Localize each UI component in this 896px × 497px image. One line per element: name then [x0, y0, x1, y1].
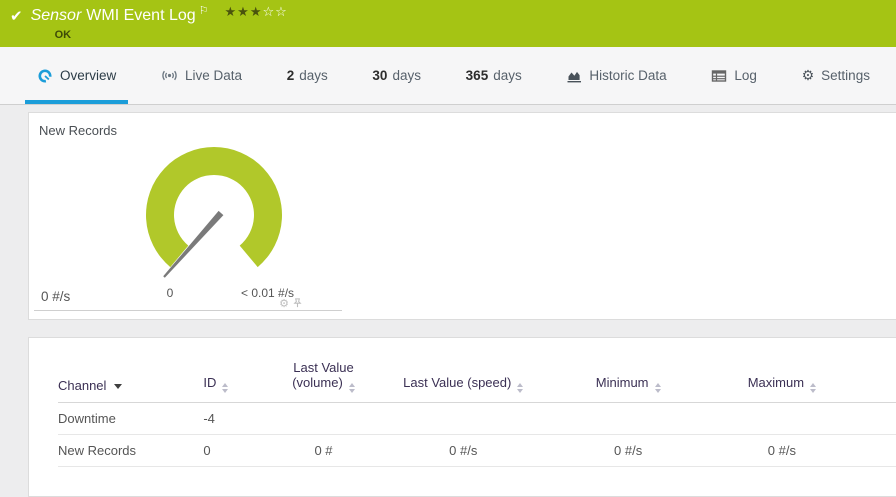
cell-maximum: 0 #/s [706, 434, 858, 467]
cell-id: 0 [203, 434, 271, 467]
sensor-header: ✔ Sensor WMI Event Log ⚐ ★★★☆☆ OK [0, 0, 896, 47]
channels-table: Channel ID Last Value (volume) Last Valu… [58, 338, 896, 467]
tab-log-label: Log [734, 68, 757, 83]
col-header-minimum[interactable]: Minimum [549, 338, 707, 403]
sensor-title: WMI Event Log [86, 7, 196, 24]
priority-stars[interactable]: ★★★☆☆ [225, 5, 288, 20]
cell-id: -4 [203, 402, 271, 435]
col-header-id-label: ID [203, 374, 217, 390]
col-header-minimum-label: Minimum [595, 374, 649, 390]
gauge-channel-title: New Records [39, 123, 118, 138]
col-header-channel-label: Channel [58, 377, 107, 393]
channel-link[interactable]: Downtime [58, 411, 116, 426]
tab-2-days-number: 2 [286, 68, 295, 83]
channels-table-panel: Channel ID Last Value (volume) Last Valu… [28, 337, 896, 497]
tab-bar: Overview Live Data 2 days 30 days 365 da… [0, 47, 896, 105]
flag-icon[interactable]: ⚐ [199, 4, 209, 17]
channel-link[interactable]: New Records [58, 443, 136, 458]
tab-2-days-label: days [299, 68, 328, 83]
gauges-panel: New Records 0 < 0.01 #/s 0 #/s ⚙ [28, 112, 896, 320]
sensor-kind-label: Sensor [30, 7, 82, 24]
tab-365-days-number: 365 [465, 68, 489, 83]
sort-toggle-icon [222, 382, 229, 393]
cell-maximum [706, 402, 858, 435]
cell-last-value-volume: 0 # [270, 434, 377, 467]
priority-stars-empty: ☆☆ [262, 5, 288, 20]
gauge-settings-gear-icon[interactable]: ⚙ [279, 298, 289, 309]
cell-minimum: 0 #/s [549, 434, 707, 467]
tab-log[interactable]: Log [699, 47, 769, 104]
priority-stars-filled: ★★★ [224, 5, 263, 20]
status-ok-check-icon: ✔ [10, 7, 23, 25]
table-row-downtime: Downtime -4 [58, 402, 896, 435]
tab-live-data-label: Live Data [184, 68, 242, 83]
col-header-id[interactable]: ID [203, 338, 271, 403]
gauge-current-value: 0 #/s [41, 289, 71, 304]
col-header-maximum-label: Maximum [747, 374, 805, 390]
table-row-new-records: New Records 0 0 # 0 #/s 0 #/s 0 #/s [58, 434, 896, 467]
live-broadcast-icon [161, 68, 178, 83]
gauge-cell: New Records 0 < 0.01 #/s 0 #/s ⚙ [34, 113, 342, 311]
tab-30-days[interactable]: 30 days [360, 47, 433, 104]
tab-overview[interactable]: Overview [25, 47, 129, 104]
tab-settings[interactable]: ⚙ Settings [790, 47, 882, 104]
tab-historic-data-label: Historic Data [589, 68, 667, 83]
sensor-title-block: Sensor WMI Event Log ⚐ ★★★☆☆ OK [30, 4, 288, 41]
sort-toggle-icon [810, 382, 817, 393]
tab-historic-data[interactable]: Historic Data [554, 47, 678, 104]
sort-toggle-icon [348, 382, 355, 393]
tab-365-days[interactable]: 365 days [454, 47, 534, 104]
tab-30-days-label: days [392, 68, 421, 83]
gauge-chart [146, 147, 282, 278]
table-header-row: Channel ID Last Value (volume) Last Valu… [58, 338, 896, 403]
gear-icon: ⚙ [801, 67, 815, 84]
area-chart-icon [566, 68, 582, 84]
sort-toggle-icon [517, 382, 524, 393]
col-header-last-value-speed[interactable]: Last Value (speed) [376, 338, 550, 403]
overview-content: New Records 0 < 0.01 #/s 0 #/s ⚙ Channel… [28, 112, 896, 497]
sensor-status-badge: OK [54, 29, 72, 41]
gauge-pin-icon[interactable] [292, 297, 303, 309]
col-header-last-value-volume[interactable]: Last Value (volume) [270, 338, 377, 403]
log-list-icon [711, 69, 727, 83]
sort-desc-icon [114, 383, 123, 389]
tab-settings-label: Settings [821, 68, 870, 83]
gauge-scale-min: 0 [166, 286, 174, 300]
sort-toggle-icon [654, 382, 661, 393]
cell-last-value-speed [376, 402, 550, 435]
col-header-channel[interactable]: Channel [58, 338, 204, 403]
cell-last-value-speed: 0 #/s [376, 434, 550, 467]
tab-live-data[interactable]: Live Data [149, 47, 254, 104]
col-header-actions [857, 338, 896, 403]
cell-last-value-volume [270, 402, 377, 435]
tab-overview-label: Overview [60, 68, 117, 83]
cell-minimum [549, 402, 707, 435]
col-header-maximum[interactable]: Maximum [706, 338, 858, 403]
col-header-last-value-speed-label: Last Value (speed) [403, 374, 512, 390]
tab-365-days-label: days [493, 68, 522, 83]
tab-30-days-number: 30 [372, 68, 388, 83]
tab-2-days[interactable]: 2 days [275, 47, 340, 104]
col-header-last-value-volume-label: Last Value (volume) [292, 359, 354, 390]
gauge-icon [37, 68, 53, 84]
